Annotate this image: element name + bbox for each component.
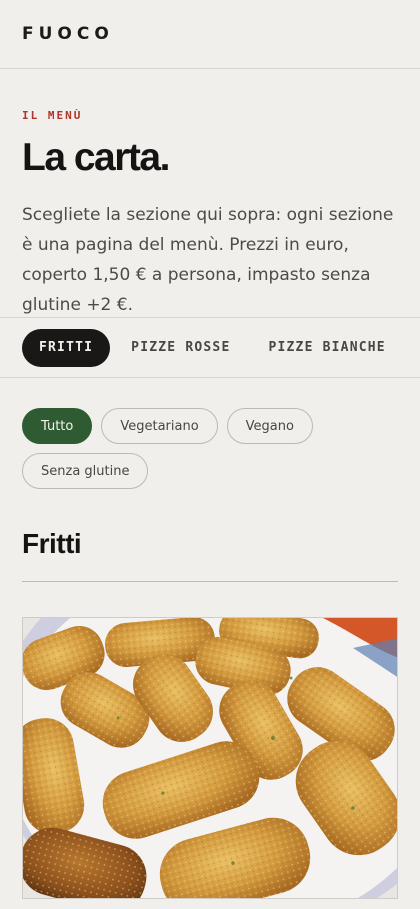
menu-intro: IL MENÙ La carta. Scegliete la sezione q… bbox=[0, 69, 420, 320]
top-bar: FUOCO bbox=[0, 0, 420, 69]
dish-photo bbox=[22, 617, 398, 899]
tab-pizze-bianche[interactable]: PIZZE BIANCHE bbox=[251, 329, 402, 367]
section-divider bbox=[22, 581, 398, 582]
filter-vegano[interactable]: Vegano bbox=[226, 408, 313, 444]
filter-vegetariano[interactable]: Vegetariano bbox=[101, 408, 218, 444]
diet-filters: Tutto Vegetariano Vegano Senza glutine bbox=[22, 408, 402, 489]
croquettes-image bbox=[23, 618, 397, 898]
menu-eyebrow: IL MENÙ bbox=[22, 109, 83, 122]
section-title: Fritti bbox=[22, 528, 82, 559]
brand-logo[interactable]: FUOCO bbox=[22, 24, 114, 44]
filter-tutto[interactable]: Tutto bbox=[22, 408, 93, 444]
section-tabs: FRITTI PIZZE ROSSE PIZZE BIANCHE bbox=[0, 317, 420, 378]
filter-senza-glutine[interactable]: Senza glutine bbox=[22, 453, 149, 489]
tab-fritti[interactable]: FRITTI bbox=[22, 328, 111, 367]
tab-pizze-rosse[interactable]: PIZZE ROSSE bbox=[114, 329, 247, 367]
menu-description: Scegliete la sezione qui sopra: ogni sez… bbox=[22, 205, 394, 315]
page-title: La carta. bbox=[22, 136, 170, 179]
